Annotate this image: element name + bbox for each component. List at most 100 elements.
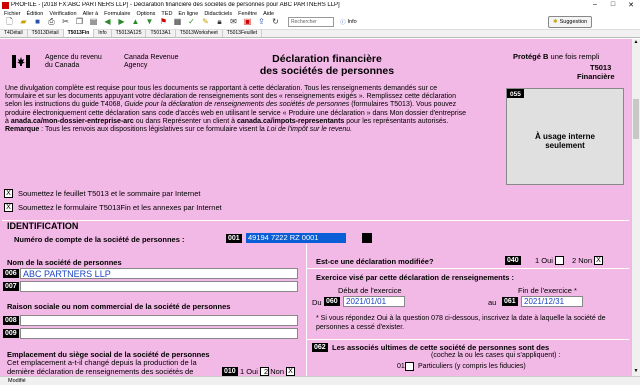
fiscal-end-field[interactable]: 2021/12/31 [521, 296, 583, 307]
copy-icon[interactable]: ❐ [74, 16, 85, 27]
efile-icon[interactable]: ⇪ [256, 16, 267, 27]
intro-url-business[interactable]: anada.ca/mon-dossier-entreprise-arc [11, 118, 134, 125]
tab-t5013a125[interactable]: T5013A125 [112, 29, 147, 37]
agency-en-line1: Canada Revenue [124, 54, 179, 61]
vertical-scrollbar[interactable]: ▲ ▼ [631, 39, 640, 376]
account-number-label: Numéro de compte de la société de person… [14, 235, 185, 244]
form-code: T5013 [590, 63, 612, 72]
column-divider [306, 244, 307, 376]
check-icon[interactable]: ✓ [186, 16, 197, 27]
search-input[interactable]: Rechercher [288, 16, 334, 27]
members-opt1-checkbox-wrap [405, 362, 414, 373]
suggestion-button[interactable]: ✱ Suggestion [548, 16, 593, 28]
fiscal-start-field[interactable]: 2021/01/01 [343, 296, 405, 307]
email-icon[interactable]: ✉ [228, 16, 239, 27]
trade-name-field-1[interactable] [20, 315, 298, 326]
up-arrow-icon[interactable]: ▲ [130, 16, 141, 27]
info-icon: ⓘ [340, 19, 346, 26]
tab-info[interactable]: Info [94, 29, 112, 37]
hq-code: 010 [222, 367, 238, 376]
internal-use-line2: seulement [545, 141, 585, 150]
amended-no-label: 2 Non [572, 256, 593, 265]
new-file-icon[interactable]: 🗋 [4, 16, 15, 27]
intro-paragraph: Une divulgation complète est requise pou… [5, 85, 467, 134]
hq-no-option: 2 Non X [264, 367, 300, 376]
title-bar: PROFILE - [2018 FX:ABC PARTNERS LLP] - D… [0, 0, 640, 10]
memo-icon[interactable]: ✎ [200, 16, 211, 27]
print-icon[interactable]: ⎙ [46, 16, 57, 27]
partnership-name-field-2[interactable] [20, 281, 298, 292]
agency-en-line2: Agency [124, 62, 148, 69]
agency-name-en: Canada Revenue Agency [124, 54, 179, 70]
hq-no-checkbox[interactable]: X [286, 367, 296, 376]
form-page: Agence du revenu du Canada Canada Revenu… [0, 39, 631, 376]
intro-text4: pour les représentants autorisés. [346, 117, 449, 125]
save-icon[interactable]: ■ [32, 16, 43, 27]
intro-url-representatives[interactable]: canada.ca/impots-representants [237, 118, 344, 125]
close-button[interactable]: ✕ [622, 1, 640, 9]
refresh-icon[interactable]: ↻ [270, 16, 281, 27]
partnership-name-field-1[interactable]: ABC PARTNERS LLP [20, 268, 298, 279]
forward-arrow-icon[interactable]: ▶ [116, 16, 127, 27]
agency-fr-line2: du Canada [45, 62, 80, 69]
minimize-button[interactable]: – [586, 1, 604, 9]
scroll-down-icon[interactable]: ▼ [632, 368, 640, 376]
internet-fin-checkbox[interactable]: X [4, 203, 13, 212]
remark-italic: Loi de l'impôt sur le revenu. [266, 126, 353, 134]
amended-yes-checkbox[interactable] [554, 256, 564, 265]
agency-name-fr: Agence du revenu du Canada [45, 54, 102, 70]
window-controls: – □ ✕ [586, 1, 640, 9]
tab-t5013detail[interactable]: T5013Détail [28, 29, 64, 37]
bulb-icon: ✱ [553, 19, 558, 25]
form-title-line2: des sociétés de personnes [259, 65, 395, 77]
paste-icon[interactable]: ▤ [88, 16, 99, 27]
internet-slip-option: X Soumettez le feuillet T5013 et le somm… [4, 189, 200, 198]
tab-t5013fin[interactable]: T5013Fin [63, 29, 95, 37]
internal-use-line1: À usage interne [534, 132, 595, 141]
info-button[interactable]: ⓘ Info [340, 18, 357, 26]
code-009: 009 [3, 329, 19, 338]
maximize-button[interactable]: □ [604, 1, 622, 9]
fiscal-period-label: Exercice visé par cette déclaration de r… [316, 273, 515, 282]
end-code: 061 [502, 297, 518, 306]
toolbar: 🗋 ▰ ■ ⎙ ✂ ❐ ▤ ◀ ▶ ▲ ▼ ⚑ ▦ ✓ ✎ 🔒︎ ✉ ▣ ⇪ ↻… [0, 14, 640, 30]
protected-suffix: une fois rempli [550, 52, 600, 61]
start-code: 060 [324, 297, 340, 306]
code-062: 062 [312, 343, 328, 352]
members-opt1-checkbox[interactable] [405, 362, 414, 371]
lock-icon[interactable]: 🔒︎ [214, 16, 225, 27]
members-opt1-label: Particuliers (y compris les fiducies) [418, 363, 526, 370]
account-number-field[interactable]: 49194 7222 RZ 0001 [246, 233, 346, 243]
pdf-icon[interactable]: ▣ [242, 16, 253, 27]
tab-t5013worksheet[interactable]: T5013Worksheet [176, 29, 223, 37]
internet-slip-checkbox[interactable]: X [4, 189, 13, 198]
box055-code: 055 [507, 89, 524, 98]
cut-icon[interactable]: ✂ [60, 16, 71, 27]
account-calc-icon[interactable] [362, 233, 372, 243]
intro-guide-title: Guide pour la déclaration de renseigneme… [124, 101, 350, 109]
open-folder-icon[interactable]: ▰ [18, 16, 29, 27]
tab-t4detail[interactable]: T4Détail [0, 29, 28, 37]
amended-yes-option: 1 Oui [535, 256, 569, 265]
amended-no-checkbox[interactable]: X [594, 256, 604, 265]
status-bar: Modifié [0, 376, 640, 385]
amended-no-option: 2 Non X [572, 256, 608, 265]
canada-flag-icon [12, 55, 30, 68]
hq-no-label: 2 Non [264, 367, 285, 376]
internal-use-box: 055 À usage interne seulement [506, 88, 624, 185]
tab-t5013feuillet[interactable]: T5013Feuillet [223, 29, 263, 37]
trade-name-field-2[interactable] [20, 328, 298, 339]
down-arrow-icon[interactable]: ▼ [144, 16, 155, 27]
tab-t5013a1[interactable]: T5013A1 [146, 29, 176, 37]
flag-icon[interactable]: ⚑ [158, 16, 169, 27]
hq-question: Cet emplacement a-t-il changé depuis la … [7, 358, 197, 376]
scroll-thumb[interactable] [633, 99, 639, 139]
scroll-up-icon[interactable]: ▲ [632, 39, 640, 47]
app-icon [2, 1, 9, 9]
calculator-icon[interactable]: ▦ [172, 16, 183, 27]
info-label: Info [347, 18, 357, 25]
back-arrow-icon[interactable]: ◀ [102, 16, 113, 27]
protected-b-label: Protégé B une fois rempli [513, 52, 599, 61]
partnership-name-label: Nom de la société de personnes [7, 258, 122, 267]
form-tabs: T4Détail T5013Détail T5013Fin Info T5013… [0, 29, 640, 38]
